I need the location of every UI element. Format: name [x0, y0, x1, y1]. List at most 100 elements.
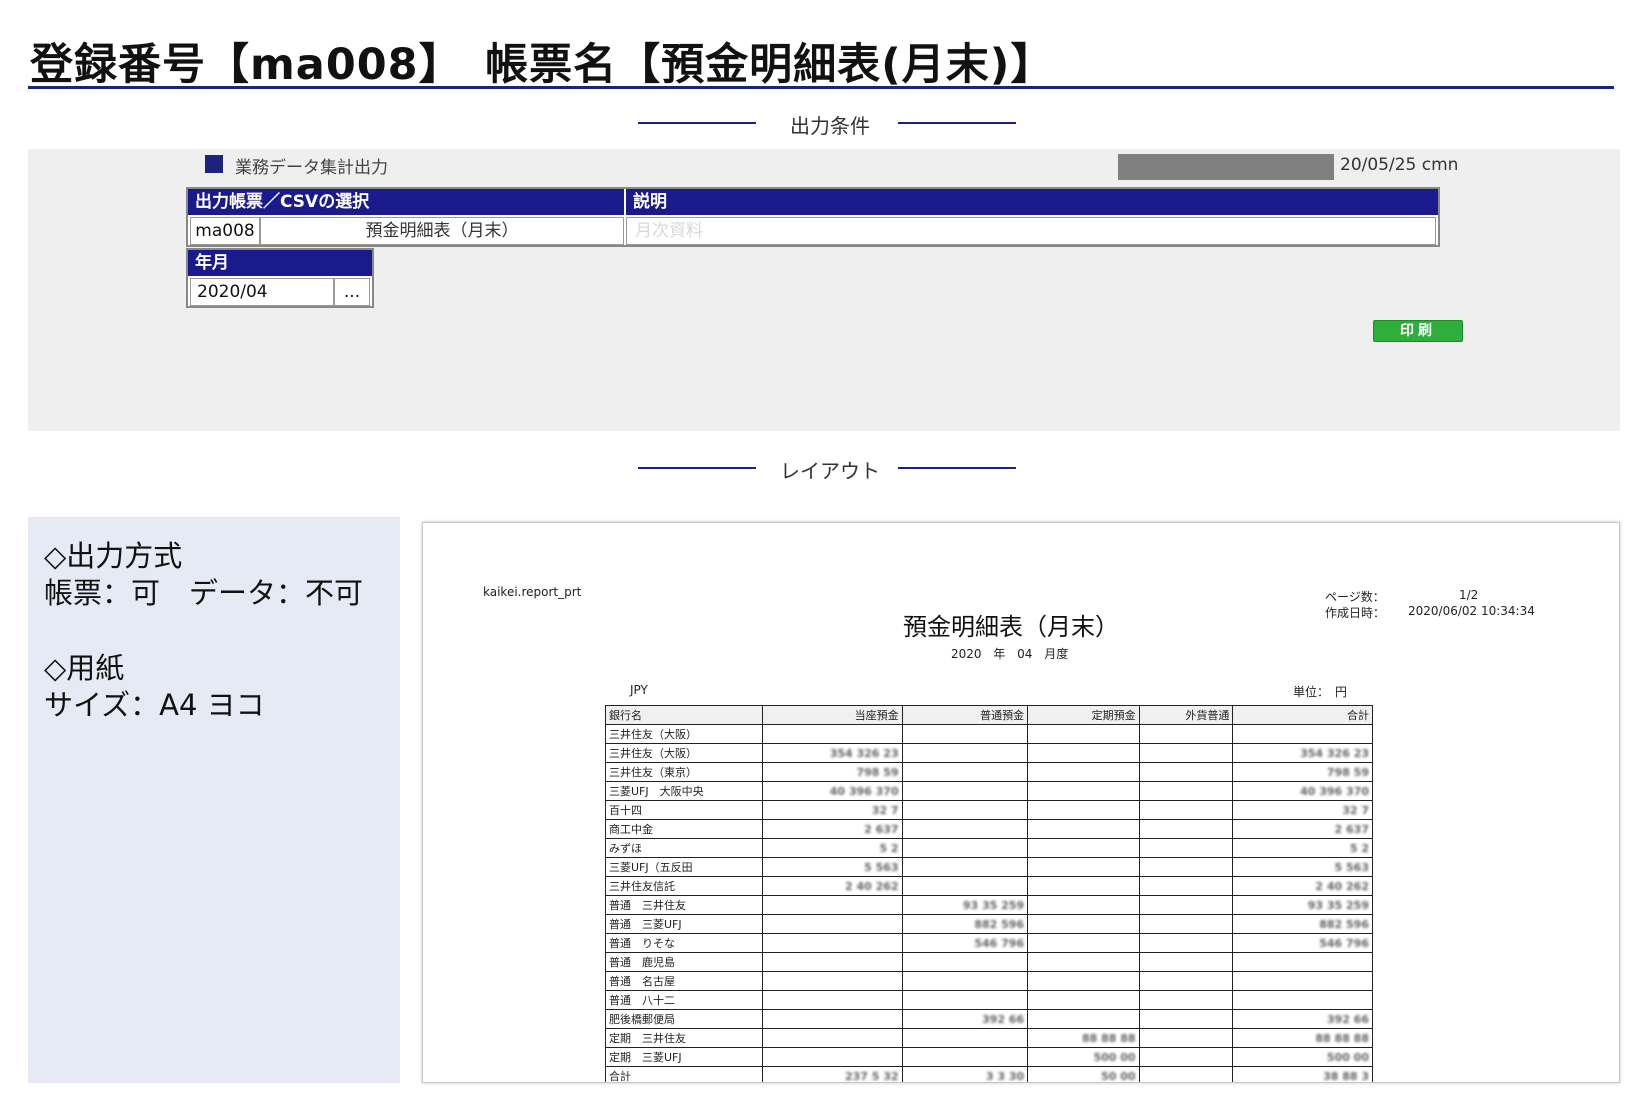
report-amount-cell — [901, 743, 1029, 763]
report-amount-cell — [762, 952, 903, 972]
report-bank-name: 肥後橋郵便局 — [605, 1009, 763, 1029]
report-amount-cell: 93 35 259 — [901, 895, 1029, 915]
report-amount-cell — [762, 724, 903, 744]
report-amount-cell — [1138, 800, 1234, 820]
report-amount-cell — [901, 952, 1029, 972]
report-amount-cell — [901, 990, 1029, 1010]
report-amount-cell: 354 326 23 — [762, 743, 903, 763]
report-amount-cell — [901, 971, 1029, 991]
year-month-picker-button[interactable]: ... — [334, 278, 370, 306]
report-amount-cell — [1138, 1047, 1234, 1067]
report-amount-cell — [1027, 971, 1140, 991]
report-amount-cell — [1138, 876, 1234, 896]
section-header-conditions: 出力条件 — [0, 108, 1642, 138]
paper-heading: ◇用紙 — [44, 651, 125, 685]
report-amount-cell — [901, 762, 1029, 782]
report-bank-name: 普通 名古屋 — [605, 971, 763, 991]
report-table-row: 三菱UFJ（五反田 5 563 5 563 — [605, 857, 1373, 877]
section-rule-left — [638, 467, 756, 469]
report-table-row: 三井住友（大阪） — [605, 724, 1373, 744]
report-amount-cell: 5 2 — [762, 838, 903, 858]
report-amount-cell — [1138, 1009, 1234, 1029]
redacted-field — [1118, 154, 1334, 180]
report-table-row: 三井住友信託 2 40 262 2 40 262 — [605, 876, 1373, 896]
report-amount-cell: 2 637 — [762, 819, 903, 839]
report-amount-cell: 882 596 — [1232, 914, 1373, 934]
report-amount-cell — [762, 1009, 903, 1029]
report-page-label: ページ数： — [1325, 590, 1385, 604]
report-column-header: 当座預金 — [762, 705, 903, 725]
report-amount-cell: 32 7 — [1232, 800, 1373, 820]
report-column-header: 銀行名 — [605, 705, 763, 725]
report-amount-cell — [901, 781, 1029, 801]
report-amount-cell — [762, 1047, 903, 1067]
report-table-header-row: 銀行名 当座預金 普通預金 定期預金 外貨普通 合計 — [605, 705, 1373, 725]
report-bank-name: 三菱UFJ 大阪中央 — [605, 781, 763, 801]
report-amount-cell: 2 637 — [1232, 819, 1373, 839]
report-amount-cell: 3 3 30 — [901, 1066, 1029, 1082]
section-header-layout: レイアウト — [0, 453, 1642, 483]
report-bank-name: 定期 三菱UFJ — [605, 1047, 763, 1067]
report-currency: JPY — [630, 683, 648, 697]
report-table-body: 三井住友（大阪） 三井住友（大阪） 354 326 23 354 326 23 三井住友… — [605, 724, 1373, 1082]
report-amount-cell: 354 326 23 — [1232, 743, 1373, 763]
report-amount-cell — [1027, 876, 1140, 896]
section-rule-left — [638, 122, 756, 124]
section-rule-right — [898, 122, 1016, 124]
paper-size-value: サイズ：A4 ヨコ — [44, 688, 265, 722]
report-name-field[interactable]: 預金明細表（月末） — [260, 217, 624, 245]
section-label-conditions: 出力条件 — [790, 114, 870, 138]
report-amount-cell: 93 35 259 — [1232, 895, 1373, 915]
report-amount-cell — [762, 914, 903, 934]
report-amount-cell: 798 59 — [1232, 762, 1373, 782]
report-program-id: kaikei.report_prt — [483, 585, 582, 599]
report-amount-cell: 546 796 — [1232, 933, 1373, 953]
output-method-value: 帳票：可 データ：不可 — [44, 576, 364, 610]
report-table-row: 三井住友（大阪） 354 326 23 354 326 23 — [605, 743, 1373, 763]
year-month-input[interactable]: 2020/04 — [190, 278, 334, 306]
report-amount-cell — [1027, 819, 1140, 839]
report-bank-name: 三井住友信託 — [605, 876, 763, 896]
report-amount-cell — [1138, 914, 1234, 934]
date-user-label: 20/05/25 cmn — [1340, 155, 1459, 175]
report-page-value: 1/2 — [1459, 588, 1479, 602]
report-period: 2020 年 04 月度 — [951, 647, 1069, 661]
report-amount-cell — [762, 1028, 903, 1048]
report-amount-cell: 237 5 32 — [762, 1066, 903, 1082]
report-amount-cell — [1027, 990, 1140, 1010]
report-amount-cell — [1027, 952, 1140, 972]
report-table-row: みずほ 5 25 2 — [605, 838, 1373, 858]
page-title: 登録番号【ma008】 帳票名【預金明細表(月末)】 — [30, 40, 1055, 90]
report-column-header: 普通預金 — [901, 705, 1029, 725]
report-amount-cell — [1138, 857, 1234, 877]
select-table-header-description: 説明 — [626, 189, 1438, 215]
title-underline — [28, 86, 1614, 89]
report-amount-cell — [901, 876, 1029, 896]
report-amount-cell — [901, 800, 1029, 820]
output-method-heading: ◇出力方式 — [44, 539, 183, 573]
report-table-row: 普通 鹿児島 — [605, 952, 1373, 972]
report-table-row: 三井住友（東京） 798 59 798 59 — [605, 762, 1373, 782]
report-amount-cell — [762, 971, 903, 991]
report-amount-cell — [1232, 952, 1373, 972]
report-amount-cell — [901, 819, 1029, 839]
report-amount-cell — [1138, 990, 1234, 1010]
report-amount-cell — [1232, 724, 1373, 744]
report-amount-cell: 40 396 370 — [762, 781, 903, 801]
report-amount-cell — [901, 838, 1029, 858]
report-amount-cell — [1138, 743, 1234, 763]
report-amount-cell — [1138, 895, 1234, 915]
report-bank-name: みずほ — [605, 838, 763, 858]
report-bank-name: 合計 — [605, 1066, 763, 1082]
report-amount-cell — [1138, 762, 1234, 782]
report-bank-name: 三井住友（大阪） — [605, 724, 763, 744]
report-bank-name: 普通 鹿児島 — [605, 952, 763, 972]
report-code-field[interactable]: ma008 — [190, 217, 260, 245]
report-amount-cell — [1138, 933, 1234, 953]
print-button[interactable]: 印刷 — [1373, 320, 1463, 342]
report-amount-cell: 500 00 — [1027, 1047, 1140, 1067]
report-bank-name: 普通 三菱UFJ — [605, 914, 763, 934]
report-amount-cell — [1138, 781, 1234, 801]
report-table: 銀行名 当座預金 普通預金 定期預金 外貨普通 合計 三井住友（大阪） 三井住友（大阪） 35… — [605, 705, 1373, 1082]
report-table-row: 普通 名古屋 — [605, 971, 1373, 991]
